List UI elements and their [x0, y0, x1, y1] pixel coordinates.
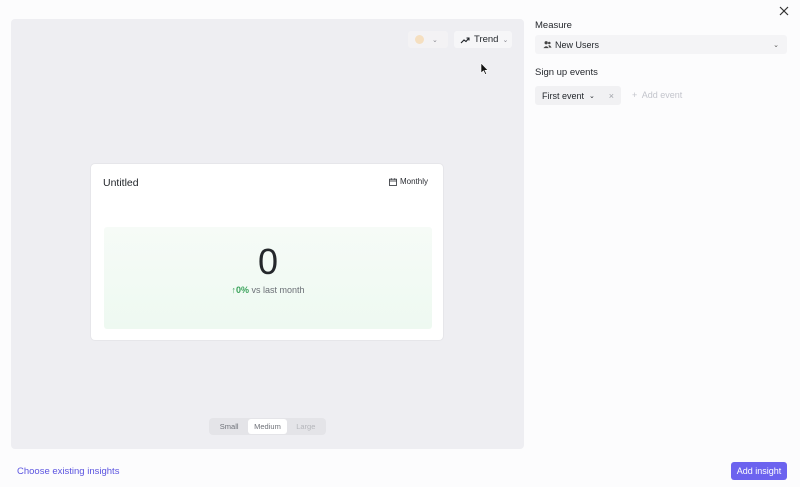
size-medium-option[interactable]: Medium — [248, 419, 287, 434]
measure-select[interactable]: New Users ⌄ — [535, 35, 787, 54]
metric-box: 0 ↑0% vs last month — [104, 227, 432, 329]
mouse-cursor-icon — [480, 63, 489, 75]
trend-icon — [460, 36, 470, 43]
measure-value: New Users — [555, 39, 600, 50]
add-insight-button[interactable]: Add insight — [731, 462, 787, 480]
close-icon[interactable] — [778, 5, 790, 17]
metric-delta: ↑0% vs last month — [104, 285, 432, 295]
chevron-down-icon: ⌄ — [432, 36, 438, 44]
insight-editor: ⌄ Trend ⌄ Untitled Monthly 0 ↑0% vs last… — [0, 0, 800, 487]
size-small-option[interactable]: Small — [210, 419, 248, 434]
card-title: Untitled — [103, 177, 139, 189]
chevron-down-icon: ⌄ — [589, 92, 595, 100]
period-selector[interactable]: Monthly — [389, 177, 428, 186]
chart-type-dropdown[interactable]: Trend ⌄ — [454, 31, 512, 48]
event-chip[interactable]: First event ⌄ × — [535, 86, 621, 105]
delta-percent: 0% — [235, 285, 249, 295]
users-icon — [543, 41, 552, 49]
period-label: Monthly — [399, 177, 428, 186]
measure-label: Measure — [535, 20, 572, 31]
plus-icon: + — [632, 90, 638, 100]
add-event-button[interactable]: + Add event — [632, 90, 682, 100]
size-large-option: Large — [296, 422, 316, 431]
add-event-label: Add event — [641, 90, 683, 100]
signup-events-label: Sign up events — [535, 67, 598, 78]
delta-text: vs last month — [251, 285, 305, 295]
color-picker[interactable]: ⌄ — [408, 31, 448, 48]
color-swatch — [415, 35, 424, 44]
size-selector: Small Medium Large — [209, 418, 326, 435]
calendar-icon — [389, 177, 397, 186]
footer — [0, 456, 800, 487]
event-chip-label: First event — [542, 90, 585, 101]
remove-event-icon[interactable]: × — [609, 91, 614, 101]
chevron-down-icon: ⌄ — [502, 36, 509, 44]
insight-card: Untitled Monthly 0 ↑0% vs last month — [91, 164, 443, 340]
metric-value: 0 — [257, 241, 279, 282]
chevron-down-icon: ⌄ — [773, 41, 779, 49]
choose-existing-insights-link[interactable]: Choose existing insights — [17, 466, 119, 477]
chart-type-label: Trend — [474, 34, 499, 45]
